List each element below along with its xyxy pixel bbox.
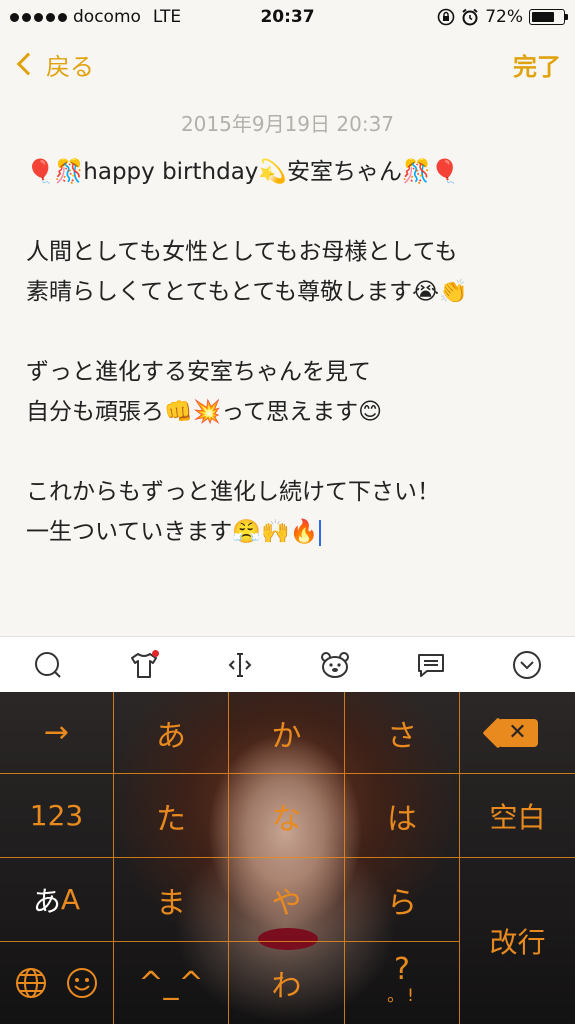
search-bubble-icon	[34, 651, 61, 678]
bear-face-icon	[321, 651, 350, 678]
chevron-left-icon	[16, 52, 40, 76]
key-ya[interactable]: や	[229, 858, 345, 942]
cursor-move-button[interactable]	[220, 645, 260, 685]
nav-bar: 戻る 完了	[0, 34, 575, 94]
battery-percent: 72%	[485, 7, 523, 27]
keyboard-toolbar	[0, 636, 575, 692]
backspace-icon: ✕	[497, 718, 538, 747]
punctuation-top-label: ?	[394, 952, 410, 987]
key-wa[interactable]: わ	[229, 942, 345, 1024]
backspace-key[interactable]: ✕	[460, 692, 575, 774]
note-line	[26, 312, 556, 352]
key-arrow-right[interactable]: →	[0, 692, 114, 774]
utility-keys	[0, 942, 114, 1024]
status-bar: docomo LTE 20:37 72%	[0, 0, 575, 34]
space-key[interactable]: 空白	[460, 774, 575, 858]
note-text-area[interactable]: 🎈🎊happy birthday💫安室ちゃん🎊🎈 人間としても女性としてもお母様…	[26, 152, 556, 552]
back-button[interactable]: 戻る	[14, 47, 94, 82]
key-ha[interactable]: は	[345, 774, 460, 858]
note-line: 素晴らしくてとてもとても尊敬します😭👏	[26, 279, 468, 305]
key-a[interactable]: あ	[114, 692, 229, 774]
emoticon-button[interactable]	[315, 645, 355, 685]
key-sa[interactable]: さ	[345, 692, 460, 774]
done-button[interactable]: 完了	[513, 47, 561, 82]
key-ta[interactable]: た	[114, 774, 229, 858]
note-line: 一生ついていきます😤🙌🔥	[26, 519, 319, 545]
note-line: 人間としても女性としてもお母様としても	[26, 239, 458, 265]
skin-button[interactable]	[124, 645, 164, 685]
message-icon	[418, 653, 445, 677]
note-line: これからもずっと進化し続けて下さい！	[26, 479, 440, 505]
key-na[interactable]: な	[229, 774, 345, 858]
key-kaomoji[interactable]: ^_^	[114, 942, 229, 1024]
text-cursor	[319, 519, 322, 546]
battery-icon	[529, 9, 568, 25]
flick-keyboard: → あ か さ ✕ 123 た な は 空白 あA ま や ら 改行 ^_^ わ…	[0, 692, 575, 1024]
status-left: docomo LTE	[10, 7, 181, 27]
key-numbers[interactable]: 123	[0, 774, 114, 858]
notification-dot	[151, 649, 159, 657]
input-mode-key[interactable]: あA	[0, 858, 114, 942]
enter-key[interactable]: 改行	[460, 858, 575, 1024]
signal-strength-icon	[10, 12, 67, 22]
note-line: 自分も頑張ろ👊💥って思えます😊	[26, 399, 383, 425]
key-ma[interactable]: ま	[114, 858, 229, 942]
note-line	[26, 192, 556, 232]
back-label: 戻る	[46, 52, 94, 81]
mode-jp-label: あ	[32, 884, 61, 918]
search-bubble-button[interactable]	[28, 645, 68, 685]
mode-en-label: A	[60, 883, 81, 916]
key-punctuation[interactable]: ? 。!	[345, 942, 460, 1024]
close-keyboard-button[interactable]	[507, 645, 547, 685]
cursor-move-icon	[228, 652, 251, 677]
alarm-icon	[462, 8, 478, 26]
note-line: ずっと進化する安室ちゃんを見て	[26, 359, 371, 385]
note-last-line-wrap: 一生ついていきます😤🙌🔥	[26, 512, 556, 552]
carrier-name: docomo	[73, 7, 141, 27]
rotation-lock-icon	[437, 8, 455, 26]
key-ka[interactable]: か	[229, 692, 345, 774]
message-button[interactable]	[411, 645, 451, 685]
punctuation-bottom-label: 。!	[387, 986, 417, 1006]
note-date: 2015年9月19日 20:37	[180, 112, 395, 136]
note-line	[26, 432, 556, 472]
key-ra[interactable]: ら	[345, 858, 460, 942]
globe-icon[interactable]	[14, 966, 48, 1000]
chevron-down-circle-icon	[513, 650, 542, 679]
status-right: 72%	[437, 7, 568, 27]
note-line: 🎈🎊happy birthday💫安室ちゃん🎊🎈	[26, 159, 460, 185]
emoji-icon[interactable]	[65, 966, 99, 1000]
network-type: LTE	[152, 7, 182, 27]
